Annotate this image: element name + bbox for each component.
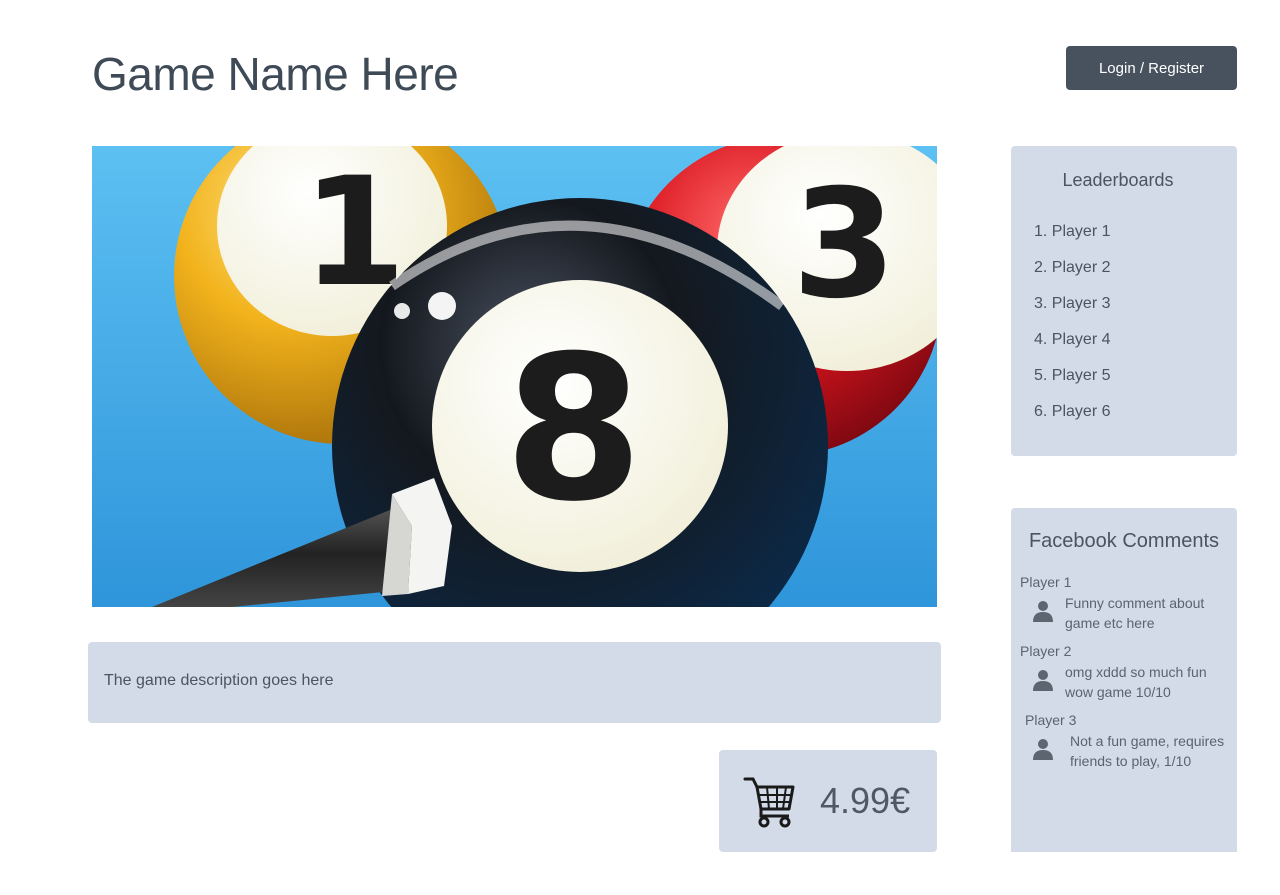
leaderboard-item: 2. Player 2 xyxy=(1034,259,1111,276)
comment-item: Player 2 omg xddd so much fun wow game 1… xyxy=(1020,643,1235,700)
comment-text: omg xddd so much fun wow game 10/10 xyxy=(1065,664,1207,700)
comment-author: Player 3 xyxy=(1025,712,1077,728)
billiard-balls-illustration: 1 3 8 xyxy=(92,146,937,607)
shopping-cart-icon xyxy=(743,777,795,828)
user-icon xyxy=(1033,670,1053,691)
comment-author: Player 2 xyxy=(1020,643,1072,659)
game-description-text: The game description goes here xyxy=(104,672,334,689)
leaderboards-panel: Leaderboards 1. Player 1 2. Player 2 3. … xyxy=(1011,146,1237,456)
game-description-box: The game description goes here xyxy=(88,642,941,723)
leaderboards-title: Leaderboards xyxy=(1062,170,1174,190)
comment-text: Not a fun game, requires friends to play… xyxy=(1070,733,1225,769)
svg-text:8: 8 xyxy=(504,313,643,546)
facebook-comments-title: Facebook Comments xyxy=(1028,530,1220,552)
comment-item: Player 3 Not a fun game, requires friend… xyxy=(1025,712,1240,769)
comment-item: Player 1 Funny comment about game etc he… xyxy=(1020,574,1235,631)
leaderboard-item: 5. Player 5 xyxy=(1034,367,1111,384)
game-hero-image: 1 3 8 xyxy=(92,146,937,607)
user-icon xyxy=(1033,739,1053,760)
leaderboard-item: 3. Player 3 xyxy=(1034,295,1111,312)
user-icon xyxy=(1033,601,1053,622)
buy-button[interactable]: 4.99€ xyxy=(719,750,937,852)
comment-text: Funny comment about game etc here xyxy=(1065,595,1205,631)
leaderboard-list: 1. Player 1 2. Player 2 3. Player 3 4. P… xyxy=(1034,222,1110,438)
page-title: Game Name Here xyxy=(92,48,459,100)
leaderboard-item: 4. Player 4 xyxy=(1034,331,1111,348)
price-label: 4.99€ xyxy=(820,780,911,821)
leaderboard-item: 1. Player 1 xyxy=(1034,223,1111,240)
comment-author: Player 1 xyxy=(1020,574,1072,590)
leaderboard-item: 6. Player 6 xyxy=(1034,403,1111,420)
login-register-button[interactable]: Login / Register xyxy=(1066,46,1237,90)
facebook-comments-panel: Facebook Comments Player 1 Funny comment… xyxy=(1011,508,1237,852)
svg-text:3: 3 xyxy=(792,158,896,332)
